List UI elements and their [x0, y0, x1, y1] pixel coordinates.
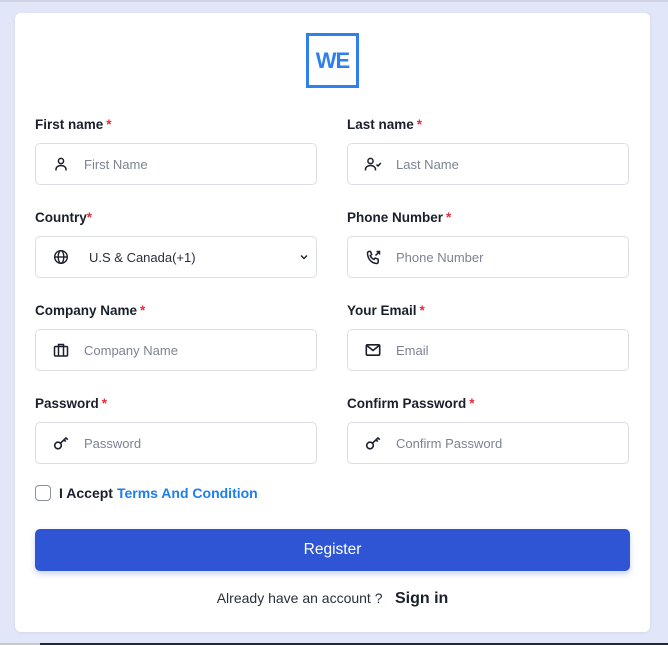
terms-link[interactable]: Terms And Condition	[117, 485, 258, 501]
globe-icon	[51, 247, 71, 267]
country-selected-value: U.S & Canada(+1)	[89, 249, 196, 265]
terms-checkbox[interactable]	[35, 485, 51, 501]
first-name-input[interactable]	[84, 156, 284, 172]
logo: WE	[306, 33, 359, 88]
email-input[interactable]	[396, 342, 596, 358]
confirm-password-input[interactable]	[396, 435, 596, 451]
first-name-label: First name *	[35, 117, 112, 132]
confirm-password-input-box[interactable]	[347, 422, 629, 464]
key-icon	[51, 433, 71, 453]
terms-prefix: I Accept	[59, 485, 113, 501]
password-input[interactable]	[84, 435, 284, 451]
signin-link[interactable]: Sign in	[395, 590, 448, 607]
password-label: Password *	[35, 396, 108, 411]
password-input-box[interactable]	[35, 422, 317, 464]
user-icon	[51, 154, 71, 174]
company-input-box[interactable]	[35, 329, 317, 371]
country-field: Country* U.S & Canada(+1)	[35, 210, 317, 278]
chevron-down-icon	[298, 251, 310, 263]
confirm-password-label: Confirm Password *	[347, 396, 475, 411]
phone-input[interactable]	[396, 249, 596, 265]
email-field: Your Email *	[347, 303, 629, 371]
company-label: Company Name *	[35, 303, 146, 318]
phone-field: Phone Number *	[347, 210, 629, 278]
phone-outgoing-icon	[363, 247, 383, 267]
top-border	[0, 0, 668, 2]
phone-input-box[interactable]	[347, 236, 629, 278]
last-name-input-box[interactable]	[347, 143, 629, 185]
register-card: WE First name* Last name* Country* U.S &…	[15, 13, 650, 632]
phone-label: Phone Number *	[347, 210, 452, 225]
email-input-box[interactable]	[347, 329, 629, 371]
last-name-label: Last name *	[347, 117, 423, 132]
terms-row: I Accept Terms And Condition	[35, 485, 258, 501]
email-label: Your Email *	[347, 303, 425, 318]
password-field: Password *	[35, 396, 317, 464]
company-input[interactable]	[84, 342, 284, 358]
register-button[interactable]: Register	[35, 529, 630, 571]
key-icon	[363, 433, 383, 453]
briefcase-icon	[51, 340, 71, 360]
last-name-input[interactable]	[396, 156, 596, 172]
signin-prompt: Already have an account ?	[216, 590, 383, 606]
mail-icon	[363, 340, 383, 360]
company-field: Company Name *	[35, 303, 317, 371]
country-label: Country*	[35, 210, 93, 225]
last-name-field: Last name *	[347, 117, 629, 185]
signin-row: Already have an account ? Sign in	[15, 590, 650, 608]
confirm-password-field: Confirm Password *	[347, 396, 629, 464]
logo-text: WE	[315, 47, 350, 73]
country-select[interactable]: U.S & Canada(+1)	[35, 236, 317, 278]
first-name-field: First name *	[35, 117, 317, 185]
user-check-icon	[363, 154, 383, 174]
first-name-input-box[interactable]	[35, 143, 317, 185]
